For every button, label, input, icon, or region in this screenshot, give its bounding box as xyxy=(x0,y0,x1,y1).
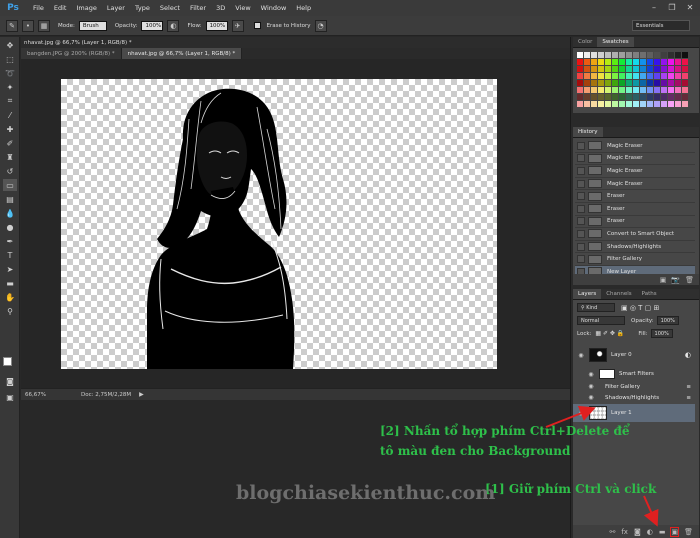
watermark: blogchiasekienthuc.com xyxy=(236,482,496,504)
annotation-arrows xyxy=(545,405,659,527)
annotation-step2-line2: tô màu đen cho Background xyxy=(380,444,571,458)
annotation-step2-line1: [2] Nhấn tổ hợp phím Ctrl+Delete để xyxy=(380,424,630,438)
arrow-to-new-layer-button xyxy=(643,495,659,527)
annotation-step1: [1] Giữ phím Ctrl và click xyxy=(485,482,657,496)
